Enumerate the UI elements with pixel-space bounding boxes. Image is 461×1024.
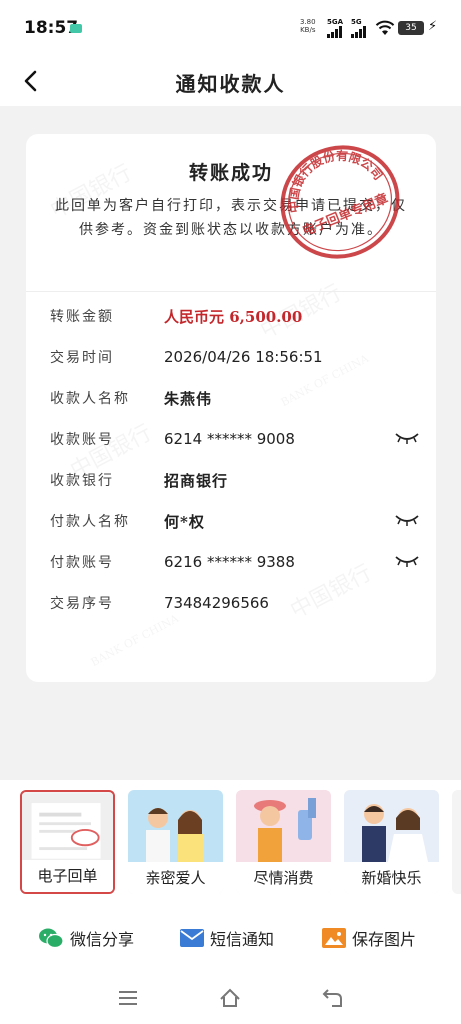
wifi-icon bbox=[375, 20, 395, 35]
row-label: 收款人名称 bbox=[50, 391, 130, 407]
status-bar: 18:57 3.80 KB/s 5GA 5G 35 ⚡ bbox=[0, 0, 461, 60]
share-bar: 微信分享 短信通知 保存图片 bbox=[0, 902, 461, 974]
row-label: 收款账号 bbox=[50, 432, 114, 448]
template-label: 电子回单 bbox=[22, 860, 113, 892]
template-receipt[interactable]: 电子回单 bbox=[20, 790, 115, 894]
eye-closed-icon[interactable] bbox=[394, 431, 420, 445]
wechat-share-label: 微信分享 bbox=[70, 930, 135, 949]
row-value: 朱燕伟 bbox=[164, 389, 213, 408]
template-label: 亲密爱人 bbox=[128, 862, 223, 894]
shopping-illustration-icon bbox=[236, 790, 331, 862]
row-value: 6216 ****** 9388 bbox=[164, 553, 295, 571]
eye-closed-icon[interactable] bbox=[394, 554, 420, 568]
template-shopping[interactable]: 尽情消费 bbox=[236, 790, 331, 894]
row-label: 付款账号 bbox=[50, 555, 114, 571]
sms-notify-button[interactable]: 短信通知 bbox=[180, 924, 274, 952]
mail-icon bbox=[180, 929, 204, 947]
save-image-label: 保存图片 bbox=[352, 930, 417, 949]
template-more[interactable] bbox=[452, 790, 461, 894]
eye-closed-icon[interactable] bbox=[394, 513, 420, 527]
stamp-bottom-text: 电子回单专用章 bbox=[300, 191, 390, 240]
row-value: 何*权 bbox=[164, 512, 205, 531]
wechat-share-button[interactable]: 微信分享 bbox=[38, 924, 134, 952]
receipt-card: 中国银行 中国银行 中国银行 中国银行 BANK OF CHINA BANK O… bbox=[26, 134, 436, 682]
sms-notify-label: 短信通知 bbox=[210, 930, 275, 949]
template-label: 新婚快乐 bbox=[344, 862, 439, 894]
row-serial: 交易序号 73484296566 bbox=[50, 588, 420, 618]
network-speed-value: 3.80 bbox=[300, 18, 316, 26]
row-payer-name: 付款人名称 何*权 bbox=[50, 506, 420, 536]
wedding-illustration-icon bbox=[344, 790, 439, 862]
row-value: 2026/04/26 18:56:51 bbox=[164, 348, 323, 366]
signal-icon-2: 5G bbox=[351, 18, 366, 38]
bank-stamp: 中国银行股份有限公司 电子回单专用章 bbox=[270, 134, 400, 259]
menu-icon[interactable] bbox=[116, 986, 140, 1010]
amount-value: 人民币元 6,500.00 bbox=[164, 307, 303, 326]
row-value: 6214 ****** 9008 bbox=[164, 430, 295, 448]
network-speed-unit: KB/s bbox=[300, 26, 316, 34]
signal-label: 5GA bbox=[327, 18, 344, 26]
row-time: 交易时间 2026/04/26 18:56:51 bbox=[50, 342, 420, 372]
row-label: 交易序号 bbox=[50, 596, 114, 612]
receipt-header: 转账成功 此回单为客户自行打印，表示交易申请已提交，仅供参考。资金到账状态以收款… bbox=[26, 134, 436, 292]
template-wedding[interactable]: 新婚快乐 bbox=[344, 790, 439, 894]
row-value: 73484296566 bbox=[164, 594, 269, 612]
wechat-icon bbox=[39, 928, 64, 949]
title-bar: 通知收款人 bbox=[0, 60, 461, 106]
row-label: 转账金额 bbox=[50, 309, 114, 325]
row-label: 交易时间 bbox=[50, 350, 114, 366]
row-label: 付款人名称 bbox=[50, 514, 130, 530]
template-selector: 电子回单 亲密爱人 尽情消费 新婚快乐 bbox=[0, 780, 461, 902]
page-title: 通知收款人 bbox=[175, 72, 286, 96]
row-payee-name: 收款人名称 朱燕伟 bbox=[50, 383, 420, 413]
battery-icon: 35 bbox=[398, 21, 424, 35]
template-lovers[interactable]: 亲密爱人 bbox=[128, 790, 223, 894]
network-speed: 3.80 KB/s bbox=[300, 18, 316, 34]
save-image-button[interactable]: 保存图片 bbox=[322, 924, 416, 952]
charging-icon: ⚡ bbox=[428, 19, 438, 34]
row-label: 收款银行 bbox=[50, 473, 114, 489]
row-payee-account: 收款账号 6214 ****** 9008 bbox=[50, 424, 420, 454]
notification-icon bbox=[70, 24, 82, 33]
row-value: 招商银行 bbox=[164, 471, 229, 490]
watermark-en: BANK OF CHINA bbox=[89, 612, 181, 669]
row-payer-account: 付款账号 6216 ****** 9388 bbox=[50, 547, 420, 577]
couple-illustration-icon bbox=[128, 790, 223, 862]
row-amount: 转账金额 人民币元 6,500.00 bbox=[50, 301, 420, 331]
back-nav-icon[interactable] bbox=[320, 986, 344, 1010]
signal-icon: 5GA bbox=[327, 18, 343, 38]
template-label: 尽情消费 bbox=[236, 862, 331, 894]
signal-label-2: 5G bbox=[351, 18, 362, 26]
system-nav-bar bbox=[0, 974, 461, 1024]
home-icon[interactable] bbox=[218, 986, 242, 1010]
row-payee-bank: 收款银行 招商银行 bbox=[50, 465, 420, 495]
receipt-thumbnail-icon bbox=[22, 793, 113, 863]
image-icon bbox=[322, 928, 346, 948]
